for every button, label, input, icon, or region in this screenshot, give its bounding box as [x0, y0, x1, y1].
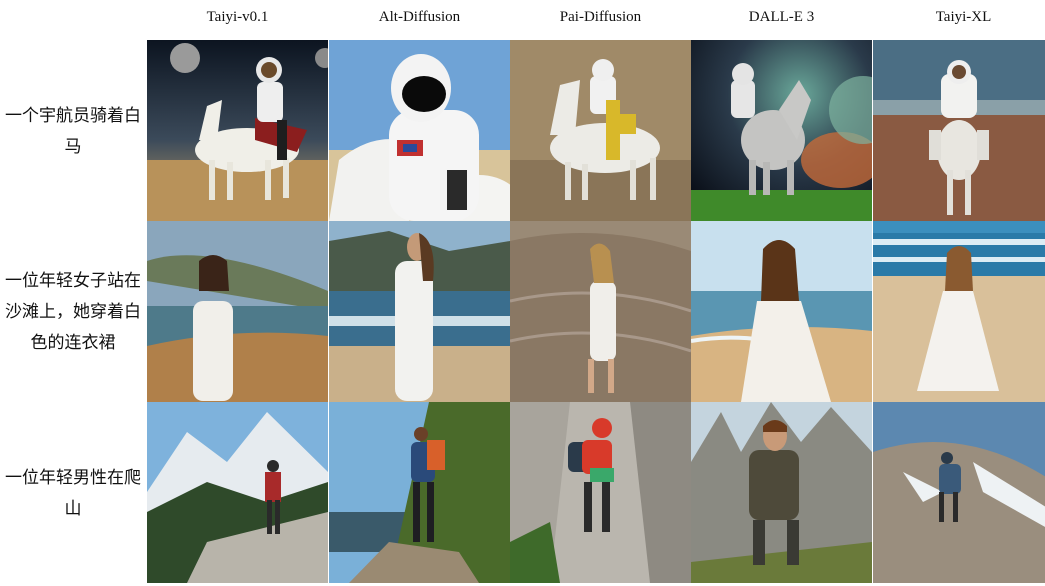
- prompt-line: 一个宇航员骑着白: [5, 106, 141, 125]
- image-taiyi-v0-1-climbing-man: [147, 402, 328, 583]
- row-label-astronaut-prompt: 一个宇航员骑着白 马: [2, 100, 144, 162]
- prompt-line: 马: [64, 137, 82, 156]
- row-label-beach-woman-prompt: 一位年轻女子站在 沙滩上，她穿着白 色的连衣裙: [2, 265, 144, 358]
- image-pai-diffusion-beach-woman: [510, 221, 691, 402]
- prompt-line: 一位年轻男性在爬: [5, 468, 141, 487]
- image-alt-diffusion-beach-woman: [329, 221, 510, 402]
- image-alt-diffusion-astronaut: [329, 40, 510, 221]
- column-header-dall-e-3: DALL-E 3: [748, 9, 815, 25]
- image-taiyi-xl-beach-woman: [873, 221, 1045, 402]
- image-taiyi-xl-climbing-man: [873, 402, 1045, 583]
- image-dall-e-3-climbing-man: [691, 402, 872, 583]
- prompt-line: 沙滩上，她穿着白: [5, 302, 141, 321]
- prompt-line: 色的连衣裙: [30, 333, 116, 352]
- image-taiyi-v0-1-astronaut: [147, 40, 328, 221]
- image-pai-diffusion-climbing-man: [510, 402, 691, 583]
- prompt-line: 山: [64, 499, 82, 518]
- column-header-pai-diffusion: Pai-Diffusion: [559, 9, 642, 25]
- prompt-line: 一位年轻女子站在: [5, 271, 141, 290]
- column-header-taiyi-xl: Taiyi-XL: [935, 9, 992, 25]
- row-label-climbing-man-prompt: 一位年轻男性在爬 山: [2, 462, 144, 524]
- image-taiyi-v0-1-beach-woman: [147, 221, 328, 402]
- column-header-taiyi-v0-1: Taiyi-v0.1: [206, 9, 269, 25]
- image-dall-e-3-beach-woman: [691, 221, 872, 402]
- image-taiyi-xl-astronaut: [873, 40, 1045, 221]
- image-dall-e-3-astronaut: [691, 40, 872, 221]
- column-header-alt-diffusion: Alt-Diffusion: [378, 9, 461, 25]
- image-pai-diffusion-astronaut: [510, 40, 691, 221]
- image-alt-diffusion-climbing-man: [329, 402, 510, 583]
